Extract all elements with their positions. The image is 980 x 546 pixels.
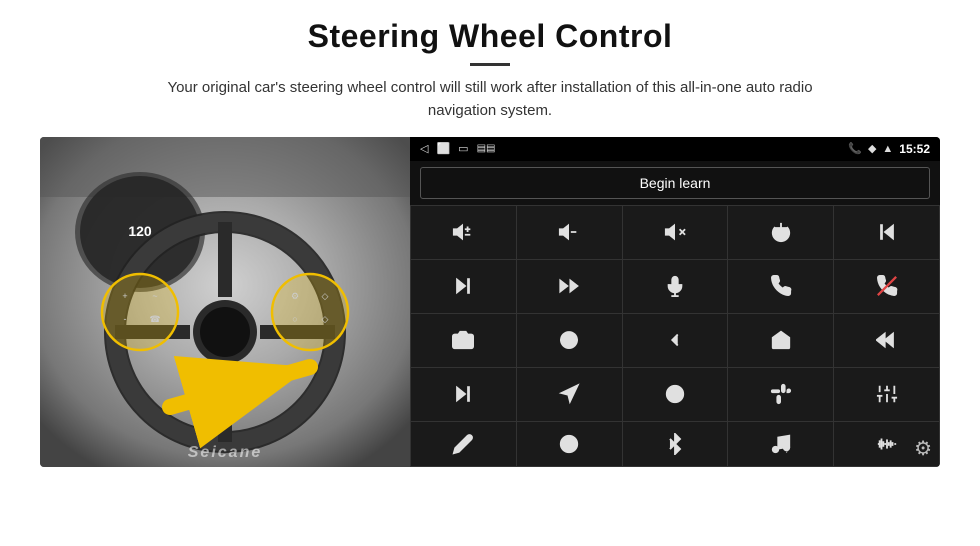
android-panel: ◁ ⬜ ▭ ▤▤ 📞 ◆ ▲ 15:52 Begin learn (410, 137, 940, 467)
svg-text:-: - (124, 314, 127, 324)
svg-text:+: + (122, 291, 127, 301)
svg-text:○: ○ (292, 314, 297, 324)
back-button[interactable] (623, 314, 728, 367)
record-button[interactable] (728, 368, 833, 421)
svg-text:⚙: ⚙ (291, 291, 299, 301)
bluetooth-button[interactable] (623, 422, 728, 466)
svg-text:☎: ☎ (149, 314, 160, 324)
begin-learn-bar: Begin learn (410, 161, 940, 205)
phone-button[interactable] (728, 260, 833, 313)
location-status-icon: ◆ (868, 142, 876, 155)
home-icon: ⬜ (436, 142, 450, 155)
svg-text:Seicane: Seicane (188, 444, 262, 461)
navigate-button[interactable] (517, 368, 622, 421)
svg-text:~: ~ (152, 291, 157, 301)
equalizer-button[interactable] (834, 368, 939, 421)
360-button[interactable]: 360° (517, 314, 622, 367)
status-bar-right: 📞 ◆ ▲ 15:52 (848, 142, 930, 156)
svg-text:120: 120 (128, 223, 152, 239)
vol-down-button[interactable] (517, 206, 622, 259)
svg-text:360°: 360° (564, 339, 574, 344)
steering-wheel-image: 120 + ~ - ☎ (40, 137, 410, 467)
title-divider (470, 63, 510, 66)
home2-button[interactable] (728, 314, 833, 367)
page-title: Steering Wheel Control (40, 18, 940, 55)
skip-fwd-button[interactable] (411, 368, 516, 421)
begin-learn-button[interactable]: Begin learn (420, 167, 930, 199)
title-section: Steering Wheel Control Your original car… (40, 18, 940, 123)
recents-icon: ▭ (458, 142, 468, 155)
pen-button[interactable] (411, 422, 516, 466)
page-wrapper: Steering Wheel Control Your original car… (0, 0, 980, 477)
next-button[interactable] (411, 260, 516, 313)
back-arrow-icon: ◁ (420, 142, 428, 155)
camera-button[interactable] (411, 314, 516, 367)
status-bar-left: ◁ ⬜ ▭ ▤▤ (420, 142, 495, 155)
settings-gear-icon[interactable]: ⚙ (914, 436, 932, 461)
prev-track-button[interactable] (834, 206, 939, 259)
wifi-status-icon: ▲ (882, 143, 893, 155)
svg-text:◇: ◇ (322, 314, 329, 324)
sd-icon: ▤▤ (477, 143, 496, 154)
rewind-button[interactable] (834, 314, 939, 367)
power2-button[interactable] (517, 422, 622, 466)
mic-button[interactable] (623, 260, 728, 313)
vol-up-button[interactable] (411, 206, 516, 259)
phone-status-icon: 📞 (848, 142, 862, 155)
hang-up-button[interactable] (834, 260, 939, 313)
mute-button[interactable] (623, 206, 728, 259)
swap-button[interactable] (623, 368, 728, 421)
content-row: 120 + ~ - ☎ (40, 137, 940, 467)
status-bar: ◁ ⬜ ▭ ▤▤ 📞 ◆ ▲ 15:52 (410, 137, 940, 161)
icon-grid: 360° (410, 205, 940, 467)
svg-text:♪: ♪ (785, 449, 787, 454)
power-button[interactable] (728, 206, 833, 259)
music-button[interactable]: ♪ (728, 422, 833, 466)
status-time: 15:52 (899, 142, 930, 156)
fast-forward-button[interactable] (517, 260, 622, 313)
svg-text:◇: ◇ (322, 291, 329, 301)
subtitle-text: Your original car's steering wheel contr… (140, 76, 840, 123)
